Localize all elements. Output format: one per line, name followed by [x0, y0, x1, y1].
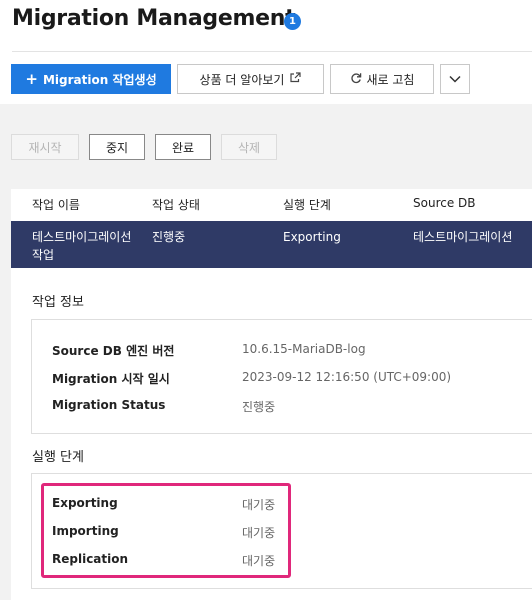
row-job-stage: Exporting: [283, 230, 341, 244]
row-job-name: 테스트마이그레이선작업: [32, 230, 132, 262]
complete-button[interactable]: 완료: [155, 134, 211, 160]
stages-highlight-box: [41, 483, 291, 578]
row-job-status: 진행중: [152, 230, 186, 244]
migration-status-value: 진행중: [242, 400, 276, 414]
learn-more-label: 상품 더 알아보기: [199, 72, 285, 87]
refresh-button[interactable]: 새로 고침: [330, 64, 434, 94]
chevron-down-icon: [449, 72, 461, 86]
plus-icon: +: [25, 70, 38, 88]
create-migration-label: Migration 작업생성: [42, 72, 157, 87]
restart-button[interactable]: 재시작: [11, 134, 79, 160]
page-title: Migration Management: [12, 6, 296, 31]
column-header-name[interactable]: 작업 이름: [32, 196, 80, 213]
migration-status-label: Migration Status: [52, 398, 166, 412]
stages-title: 실행 단계: [32, 450, 84, 465]
header-divider: [12, 51, 532, 52]
column-header-stage[interactable]: 실행 단계: [283, 196, 331, 213]
external-link-icon: [290, 72, 302, 86]
source-db-version-value: 10.6.15-MariaDB-log: [242, 342, 366, 356]
refresh-label: 새로 고침: [366, 72, 415, 87]
page-header: Migration Management 1 + Migration 작업생성 …: [0, 0, 532, 104]
job-info-title: 작업 정보: [32, 295, 84, 310]
delete-button[interactable]: 삭제: [221, 134, 277, 160]
source-db-version-label: Source DB 엔진 버전: [52, 344, 175, 358]
create-migration-button[interactable]: + Migration 작업생성: [11, 64, 171, 94]
migration-start-label: Migration 시작 일시: [52, 372, 170, 386]
learn-more-button[interactable]: 상품 더 알아보기: [177, 64, 324, 94]
more-dropdown-button[interactable]: [440, 64, 470, 94]
help-badge[interactable]: 1: [284, 13, 301, 30]
row-source-db: 테스트마이그레이션: [413, 230, 513, 244]
migration-start-value: 2023-09-12 12:16:50 (UTC+09:00): [242, 370, 452, 384]
stop-button[interactable]: 중지: [89, 134, 145, 160]
refresh-icon: [350, 72, 362, 87]
column-header-source-db[interactable]: Source DB: [413, 196, 476, 210]
column-header-status[interactable]: 작업 상태: [152, 196, 200, 213]
